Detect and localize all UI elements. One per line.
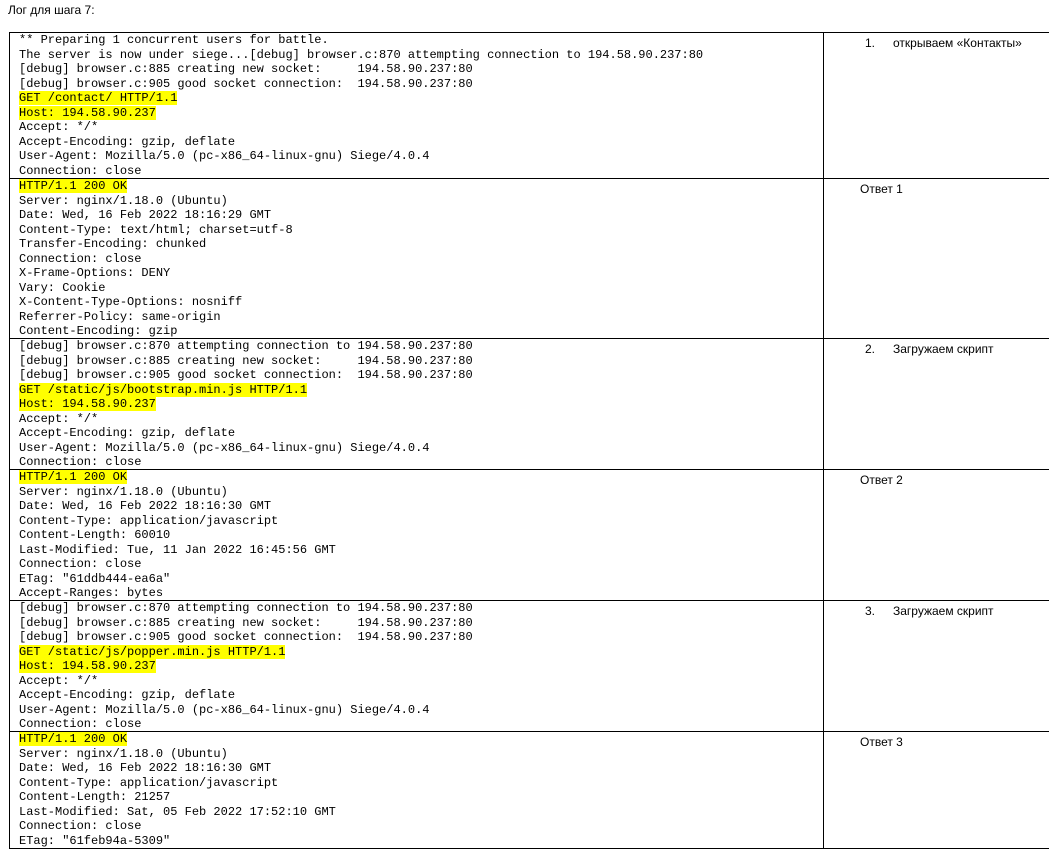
step-label: Ответ 3 (860, 735, 903, 749)
log-line: [debug] browser.c:905 good socket connec… (19, 77, 823, 92)
log-code-cell: HTTP/1.1 200 OKServer: nginx/1.18.0 (Ubu… (10, 470, 824, 601)
log-line: [debug] browser.c:870 attempting connect… (19, 339, 823, 354)
log-line: User-Agent: Mozilla/5.0 (pc-x86_64-linux… (19, 441, 823, 456)
log-line: Referrer-Policy: same-origin (19, 310, 823, 325)
highlighted-log-line: Host: 194.58.90.237 (19, 659, 823, 674)
log-code-cell: HTTP/1.1 200 OKServer: nginx/1.18.0 (Ubu… (10, 732, 824, 849)
log-line: The server is now under siege...[debug] … (19, 48, 823, 63)
log-note-cell: Ответ 2 (824, 470, 1049, 601)
log-line: Server: nginx/1.18.0 (Ubuntu) (19, 485, 823, 500)
log-code-cell: [debug] browser.c:870 attempting connect… (10, 339, 824, 470)
highlighted-log-line: GET /contact/ HTTP/1.1 (19, 91, 823, 106)
log-line: Content-Length: 60010 (19, 528, 823, 543)
step-note: 3.Загружаем скрипт (824, 601, 1049, 619)
document-title: Лог для шага 7: (8, 3, 95, 18)
log-line: Accept-Encoding: gzip, deflate (19, 688, 823, 703)
log-note-cell: Ответ 3 (824, 732, 1049, 849)
log-line: Transfer-Encoding: chunked (19, 237, 823, 252)
log-row: [debug] browser.c:870 attempting connect… (10, 339, 1049, 470)
step-label: открываем «Контакты» (893, 36, 1022, 50)
log-row: HTTP/1.1 200 OKServer: nginx/1.18.0 (Ubu… (10, 732, 1049, 849)
log-code-cell: ** Preparing 1 concurrent users for batt… (10, 33, 824, 179)
highlighted-log-line: Host: 194.58.90.237 (19, 106, 823, 121)
log-line: Date: Wed, 16 Feb 2022 18:16:29 GMT (19, 208, 823, 223)
log-line: Accept-Ranges: bytes (19, 586, 823, 600)
step-number: 1. (865, 36, 893, 51)
log-line: Connection: close (19, 557, 823, 572)
log-line: Accept-Encoding: gzip, deflate (19, 135, 823, 150)
log-line: Accept: */* (19, 674, 823, 689)
step-note: 1.открываем «Контакты» (824, 33, 1049, 51)
log-line: Vary: Cookie (19, 281, 823, 296)
log-line: ** Preparing 1 concurrent users for batt… (19, 33, 823, 48)
log-row: ** Preparing 1 concurrent users for batt… (10, 33, 1049, 179)
step-label: Загружаем скрипт (893, 604, 994, 618)
log-line: Accept: */* (19, 120, 823, 135)
step-label: Ответ 2 (860, 473, 903, 487)
step-label: Загружаем скрипт (893, 342, 994, 356)
step-number: 2. (865, 342, 893, 357)
step-note: Ответ 3 (824, 732, 1049, 750)
log-row: HTTP/1.1 200 OKServer: nginx/1.18.0 (Ubu… (10, 470, 1049, 601)
log-line: Connection: close (19, 717, 823, 731)
log-line: [debug] browser.c:885 creating new socke… (19, 354, 823, 369)
log-line: Date: Wed, 16 Feb 2022 18:16:30 GMT (19, 499, 823, 514)
log-line: [debug] browser.c:905 good socket connec… (19, 368, 823, 383)
log-line: Date: Wed, 16 Feb 2022 18:16:30 GMT (19, 761, 823, 776)
log-code-cell: HTTP/1.1 200 OKServer: nginx/1.18.0 (Ubu… (10, 179, 824, 339)
log-line: X-Frame-Options: DENY (19, 266, 823, 281)
log-line: Connection: close (19, 455, 823, 469)
log-row: HTTP/1.1 200 OKServer: nginx/1.18.0 (Ubu… (10, 179, 1049, 339)
log-line: ETag: "61feb94a-5309" (19, 834, 823, 849)
log-line: User-Agent: Mozilla/5.0 (pc-x86_64-linux… (19, 149, 823, 164)
log-line: Content-Type: text/html; charset=utf-8 (19, 223, 823, 238)
log-table: ** Preparing 1 concurrent users for batt… (9, 32, 1049, 849)
log-line: [debug] browser.c:905 good socket connec… (19, 630, 823, 645)
log-line: Content-Type: application/javascript (19, 514, 823, 529)
highlighted-log-line: HTTP/1.1 200 OK (19, 470, 823, 485)
log-line: ETag: "61ddb444-ea6a" (19, 572, 823, 587)
log-note-cell: Ответ 1 (824, 179, 1049, 339)
highlighted-log-line: HTTP/1.1 200 OK (19, 179, 823, 194)
log-line: Connection: close (19, 252, 823, 267)
highlighted-log-line: GET /static/js/bootstrap.min.js HTTP/1.1 (19, 383, 823, 398)
log-code-cell: [debug] browser.c:870 attempting connect… (10, 601, 824, 732)
log-line: Accept: */* (19, 412, 823, 427)
log-line: Server: nginx/1.18.0 (Ubuntu) (19, 747, 823, 762)
log-note-cell: 2.Загружаем скрипт (824, 339, 1049, 470)
log-line: Last-Modified: Tue, 11 Jan 2022 16:45:56… (19, 543, 823, 558)
log-note-cell: 3.Загружаем скрипт (824, 601, 1049, 732)
log-row: [debug] browser.c:870 attempting connect… (10, 601, 1049, 732)
step-number: 3. (865, 604, 893, 619)
step-label: Ответ 1 (860, 182, 903, 196)
step-note: Ответ 2 (824, 470, 1049, 488)
highlighted-log-line: HTTP/1.1 200 OK (19, 732, 823, 747)
log-line: [debug] browser.c:885 creating new socke… (19, 62, 823, 77)
log-line: Connection: close (19, 819, 823, 834)
highlighted-log-line: GET /static/js/popper.min.js HTTP/1.1 (19, 645, 823, 660)
step-note: Ответ 1 (824, 179, 1049, 197)
log-line: Connection: close (19, 164, 823, 179)
log-line: Content-Length: 21257 (19, 790, 823, 805)
highlighted-log-line: Host: 194.58.90.237 (19, 397, 823, 412)
log-line: Content-Type: application/javascript (19, 776, 823, 791)
step-note: 2.Загружаем скрипт (824, 339, 1049, 357)
log-note-cell: 1.открываем «Контакты» (824, 33, 1049, 179)
log-line: Server: nginx/1.18.0 (Ubuntu) (19, 194, 823, 209)
log-line: Accept-Encoding: gzip, deflate (19, 426, 823, 441)
log-line: User-Agent: Mozilla/5.0 (pc-x86_64-linux… (19, 703, 823, 718)
log-line: [debug] browser.c:870 attempting connect… (19, 601, 823, 616)
log-line: X-Content-Type-Options: nosniff (19, 295, 823, 310)
log-line: Content-Encoding: gzip (19, 324, 823, 338)
log-line: Last-Modified: Sat, 05 Feb 2022 17:52:10… (19, 805, 823, 820)
log-line: [debug] browser.c:885 creating new socke… (19, 616, 823, 631)
